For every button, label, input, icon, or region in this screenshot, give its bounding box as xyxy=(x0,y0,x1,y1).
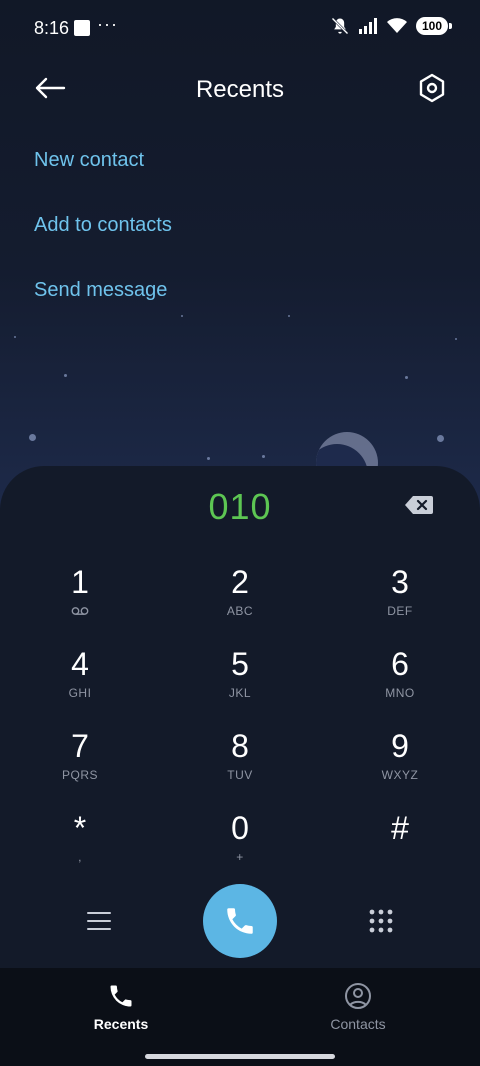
dialer-panel: 010 1 2 ABC 3 DEF 4 GHI 5 JKL 6 MNO 7 PQ… xyxy=(0,466,480,968)
key-7[interactable]: 7 PQRS xyxy=(0,722,160,804)
backspace-icon xyxy=(405,496,433,514)
hexagon-settings-icon xyxy=(419,73,445,103)
key-letters: MNO xyxy=(385,686,415,700)
tab-label: Contacts xyxy=(330,1016,386,1032)
dialer-actions xyxy=(0,884,480,960)
tab-contacts[interactable]: Contacts xyxy=(288,982,428,1032)
star-decoration xyxy=(288,315,290,317)
wifi-icon xyxy=(386,18,407,33)
key-digit: 4 xyxy=(71,646,89,682)
backspace-button[interactable] xyxy=(404,494,434,516)
star-decoration xyxy=(262,455,265,458)
key-digit: 6 xyxy=(391,646,409,682)
key-letters: GHI xyxy=(68,686,92,700)
keypad-grid-icon xyxy=(369,909,393,933)
phone-icon xyxy=(227,908,253,934)
key-letters: WXYZ xyxy=(381,768,419,782)
key-letters: JKL xyxy=(228,686,252,700)
keypad-toggle-button[interactable] xyxy=(364,904,398,938)
tab-recents[interactable]: Recents xyxy=(51,982,191,1032)
key-letters: DEF xyxy=(387,604,413,618)
key-digit: 1 xyxy=(71,564,89,600)
key-9[interactable]: 9 WXYZ xyxy=(320,722,480,804)
key-digit: 9 xyxy=(391,728,409,764)
quick-actions: New contact Add to contacts Send message xyxy=(34,146,172,341)
key-digit: * xyxy=(73,810,87,846)
new-contact-link[interactable]: New contact xyxy=(34,146,172,211)
call-button[interactable] xyxy=(203,884,277,958)
key-letters: PQRS xyxy=(61,768,98,782)
key-4[interactable]: 4 GHI xyxy=(0,640,160,722)
status-icons: 100 xyxy=(330,16,453,36)
menu-icon xyxy=(87,912,111,930)
key-digit: 0 xyxy=(231,810,249,846)
status-time: 8:16 xyxy=(34,18,70,38)
status-more-dots: ··· xyxy=(97,14,118,34)
star-decoration xyxy=(29,434,36,441)
header: Recents xyxy=(0,60,480,120)
battery-icon: 100 xyxy=(415,17,453,35)
key-6[interactable]: 6 MNO xyxy=(320,640,480,722)
key-letters: TUV xyxy=(227,768,253,782)
star-decoration xyxy=(455,338,457,340)
key-3[interactable]: 3 DEF xyxy=(320,558,480,640)
phone-icon xyxy=(110,985,132,1007)
key-letters: + xyxy=(236,850,244,864)
key-digit: 5 xyxy=(231,646,249,682)
key-star[interactable]: * , xyxy=(0,804,160,886)
key-2[interactable]: 2 ABC xyxy=(160,558,320,640)
star-decoration xyxy=(437,435,444,442)
key-letters: ABC xyxy=(226,604,254,618)
key-digit: 2 xyxy=(231,564,249,600)
key-digit: 3 xyxy=(391,564,409,600)
key-digit: 7 xyxy=(71,728,89,764)
key-1[interactable]: 1 xyxy=(0,558,160,640)
star-decoration xyxy=(405,376,408,379)
star-decoration xyxy=(207,457,210,460)
key-letters: , xyxy=(78,850,82,864)
send-message-link[interactable]: Send message xyxy=(34,276,172,341)
add-to-contacts-link[interactable]: Add to contacts xyxy=(34,211,172,276)
key-digit: # xyxy=(391,810,409,846)
key-5[interactable]: 5 JKL xyxy=(160,640,320,722)
person-circle-icon xyxy=(345,983,371,1009)
tab-label: Recents xyxy=(93,1016,149,1032)
status-bar: 8:16 ··· 100 xyxy=(0,0,480,56)
star-decoration xyxy=(14,336,16,338)
star-decoration xyxy=(181,315,183,317)
key-digit: 8 xyxy=(231,728,249,764)
home-indicator[interactable] xyxy=(145,1054,335,1059)
page-title: Recents xyxy=(195,76,285,103)
signal-icon xyxy=(358,18,377,34)
menu-button[interactable] xyxy=(82,904,116,938)
settings-button[interactable] xyxy=(414,70,450,106)
notification-square-icon xyxy=(74,20,90,36)
key-hash[interactable]: # xyxy=(320,804,480,886)
keypad: 1 2 ABC 3 DEF 4 GHI 5 JKL 6 MNO 7 PQRS 8… xyxy=(0,558,480,886)
key-8[interactable]: 8 TUV xyxy=(160,722,320,804)
star-decoration xyxy=(64,374,67,377)
voicemail-icon xyxy=(71,604,89,618)
key-0[interactable]: 0 + xyxy=(160,804,320,886)
bottom-nav: Recents Contacts xyxy=(0,968,480,1066)
mute-bell-icon xyxy=(331,17,349,35)
